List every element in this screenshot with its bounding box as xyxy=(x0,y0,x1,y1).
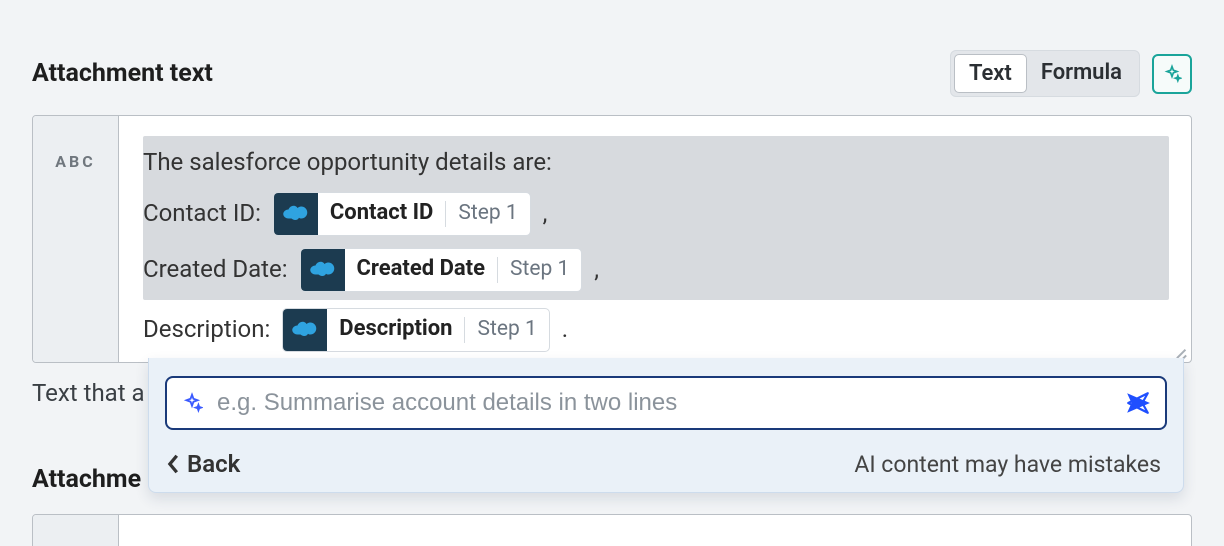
token-name: Contact ID xyxy=(318,193,445,235)
mode-toggle: Text Formula xyxy=(950,50,1140,97)
editor-type-indicator: ABC xyxy=(33,116,119,362)
ai-assist-button[interactable] xyxy=(1152,54,1192,94)
token-name: Description xyxy=(327,309,464,351)
mode-toggle-formula[interactable]: Formula xyxy=(1027,54,1136,93)
token-created-date[interactable]: Created Date Step 1 xyxy=(300,248,583,292)
ai-assist-panel: Back AI content may have mistakes xyxy=(148,358,1184,493)
trailing-text: . xyxy=(556,313,568,347)
secondary-editor[interactable] xyxy=(32,514,1192,546)
send-icon xyxy=(1125,390,1151,416)
ai-disclaimer: AI content may have mistakes xyxy=(854,451,1161,478)
trailing-text: , xyxy=(588,253,599,287)
editor-type-indicator xyxy=(33,515,119,546)
token-description[interactable]: Description Step 1 xyxy=(282,308,550,352)
section-title-attachment-text: Attachment text xyxy=(32,59,213,88)
attachment-text-editor[interactable]: ABC The salesforce opportunity details a… xyxy=(32,115,1192,363)
trailing-text: , xyxy=(537,197,548,231)
token-name: Created Date xyxy=(345,249,497,291)
field-label: Description: xyxy=(143,313,276,347)
chevron-left-icon xyxy=(167,453,181,475)
token-step: Step 1 xyxy=(446,193,529,235)
field-label: Contact ID: xyxy=(143,197,267,231)
selected-text-block: The salesforce opportunity details are: … xyxy=(143,136,1169,300)
salesforce-icon xyxy=(301,249,345,291)
ai-prompt-input[interactable] xyxy=(215,388,1113,418)
sparkle-icon xyxy=(1162,64,1182,84)
back-label: Back xyxy=(187,450,240,478)
sparkle-icon xyxy=(181,392,203,414)
token-step: Step 1 xyxy=(498,249,581,291)
token-contact-id[interactable]: Contact ID Step 1 xyxy=(273,192,531,236)
mode-toggle-text[interactable]: Text xyxy=(954,54,1027,93)
salesforce-icon xyxy=(283,309,327,351)
editor-intro-text: The salesforce opportunity details are: xyxy=(143,146,552,180)
send-button[interactable] xyxy=(1125,390,1151,416)
field-label: Created Date: xyxy=(143,253,294,287)
back-button[interactable]: Back xyxy=(167,450,240,478)
section-title-partial: Attachme xyxy=(32,465,141,494)
token-step: Step 1 xyxy=(465,309,548,351)
ai-prompt-field[interactable] xyxy=(165,376,1167,430)
salesforce-icon xyxy=(274,193,318,235)
